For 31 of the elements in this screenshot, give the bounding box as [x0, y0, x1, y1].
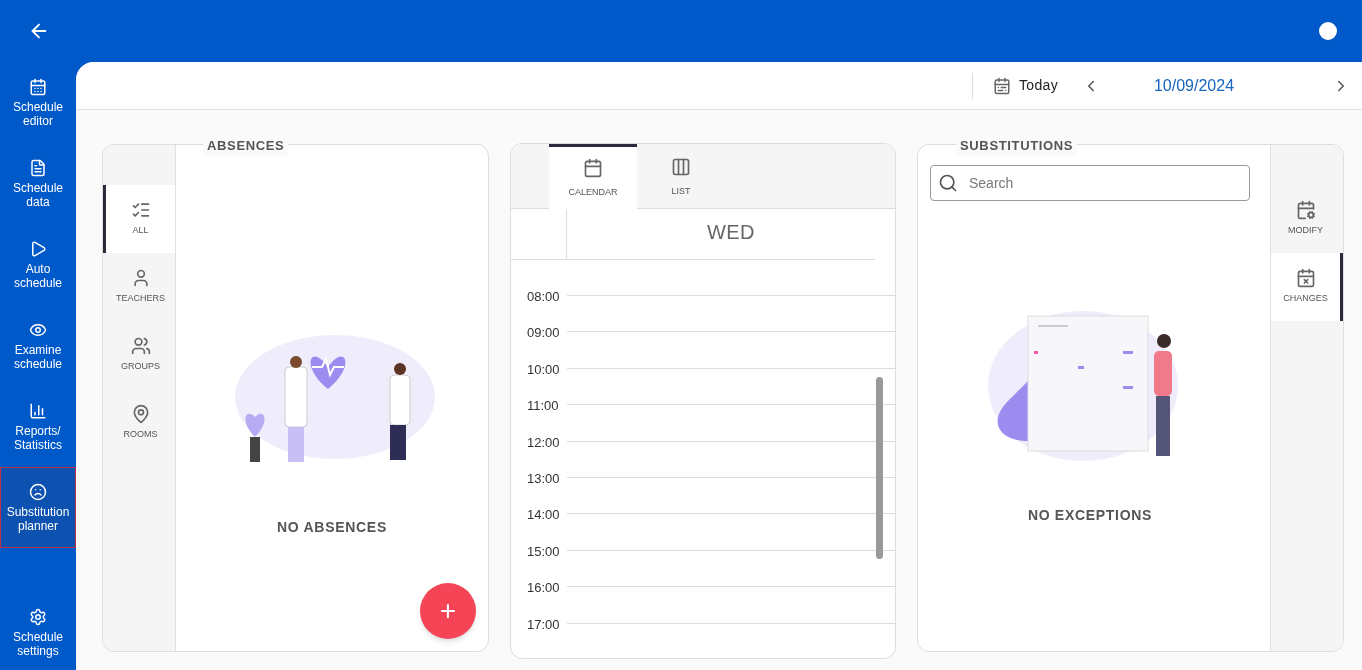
nav-item[interactable]: Substitution planner — [0, 467, 76, 548]
day-header: WED — [705, 220, 757, 245]
nav-item[interactable]: Schedule settings — [0, 596, 76, 670]
sad-face-icon — [29, 482, 47, 501]
today-button[interactable]: Today — [992, 75, 1058, 96]
calendar-x-icon — [1295, 268, 1316, 289]
play-icon — [29, 239, 47, 258]
add-button[interactable]: + — [420, 583, 476, 639]
settings-icon — [29, 608, 47, 626]
search-icon — [938, 173, 958, 193]
search-field[interactable]: Search — [930, 165, 1250, 201]
document-icon — [29, 158, 47, 177]
people-icon — [130, 336, 151, 357]
empty-message: NO EXCEPTIONS — [1027, 506, 1153, 525]
columns-icon — [671, 156, 691, 177]
nav-item[interactable]: Examine schedule — [0, 305, 76, 386]
view-tab[interactable]: CALENDAR — [549, 144, 637, 210]
calendar-icon — [583, 157, 603, 178]
calendar-icon — [992, 76, 1011, 95]
calendar-icon — [29, 77, 47, 96]
date-label: 10/09/2024 — [1152, 75, 1236, 96]
side-tab[interactable]: CHANGES — [1271, 253, 1343, 321]
nav-item[interactable]: Schedule data — [0, 143, 76, 224]
nav-item[interactable]: Reports/ Statistics — [0, 386, 76, 467]
view-tab[interactable]: LIST — [637, 144, 725, 208]
side-tab[interactable]: ALL — [103, 185, 175, 253]
bar-chart-icon — [29, 401, 47, 420]
scrollbar[interactable] — [876, 377, 883, 559]
empty-message: NO ABSENCES — [277, 518, 387, 537]
nav-item[interactable]: Schedule editor — [0, 62, 76, 143]
nav-item[interactable]: Auto schedule — [0, 224, 76, 305]
